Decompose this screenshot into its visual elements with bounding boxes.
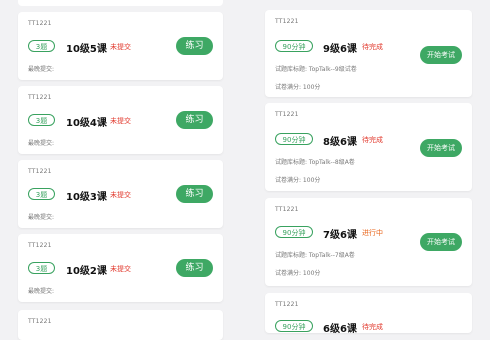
practice-card[interactable]: TT1221 3题 10级5课 未提交 最晚提交: 练习	[18, 12, 223, 80]
card-partial-top	[18, 0, 223, 6]
status-label: 未提交	[110, 265, 131, 273]
practice-button[interactable]: 练习	[176, 185, 213, 203]
exam-card[interactable]: TT1221 90分钟 9级6课 待完成 试题库标题: TopTalk--9级试…	[265, 10, 472, 97]
last-submit-label: 最晚提交:	[28, 214, 55, 221]
duration-badge: 90分钟	[275, 40, 313, 52]
duration-badge: 90分钟	[275, 226, 313, 238]
lesson-title: 10级4课	[66, 118, 107, 129]
question-count-badge: 3题	[28, 40, 55, 52]
duration-badge: 90分钟	[275, 133, 313, 145]
practice-card[interactable]: TT1221 3题 10级4课 未提交 最晚提交: 练习	[18, 86, 223, 154]
practice-button[interactable]: 练习	[176, 111, 213, 129]
exam-title: 8级6课	[323, 137, 357, 148]
class-tag: TT1221	[28, 242, 52, 249]
start-exam-button[interactable]: 开始考试	[420, 233, 462, 251]
exam-title: 9级6课	[323, 44, 357, 55]
question-count-badge: 3题	[28, 114, 55, 126]
class-tag: TT1221	[28, 94, 52, 101]
practice-card[interactable]: TT1221 3题 10级3课 未提交 最晚提交: 练习	[18, 160, 223, 228]
paper-title: 试题库标题: TopTalk--9级试卷	[275, 66, 357, 73]
class-tag: TT1221	[275, 18, 299, 25]
start-exam-button[interactable]: 开始考试	[420, 46, 462, 64]
last-submit-label: 最晚提交:	[28, 288, 55, 295]
status-label: 未提交	[110, 117, 131, 125]
status-label: 未提交	[110, 43, 131, 51]
status-label: 进行中	[362, 229, 383, 237]
full-score: 试卷满分: 100分	[275, 270, 321, 277]
lesson-title: 10级3课	[66, 192, 107, 203]
exam-card[interactable]: TT1221 90分钟 6级6课 待完成	[265, 293, 472, 335]
status-label: 待完成	[362, 323, 383, 331]
last-submit-label: 最晚提交:	[28, 140, 55, 147]
practice-card[interactable]: TT1221 3题 10级2课 未提交 最晚提交: 练习	[18, 234, 223, 302]
status-label: 待完成	[362, 43, 383, 51]
class-tag: TT1221	[275, 111, 299, 118]
class-tag: TT1221	[28, 20, 52, 27]
practice-button[interactable]: 练习	[176, 37, 213, 55]
full-score: 试卷满分: 100分	[275, 84, 321, 91]
exam-card[interactable]: TT1221 90分钟 8级6课 待完成 试题库标题: TopTalk--8级A…	[265, 103, 472, 191]
exam-title: 7级6课	[323, 230, 357, 241]
question-count-badge: 3题	[28, 188, 55, 200]
full-score: 试卷满分: 100分	[275, 177, 321, 184]
practice-button[interactable]: 练习	[176, 259, 213, 277]
class-tag: TT1221	[275, 301, 299, 308]
exam-title: 6级6课	[323, 324, 357, 335]
class-tag: TT1221	[28, 168, 52, 175]
class-tag: TT1221	[275, 206, 299, 213]
duration-badge: 90分钟	[275, 320, 313, 332]
lesson-title: 10级2课	[66, 266, 107, 277]
practice-card[interactable]: TT1221	[18, 310, 223, 340]
start-exam-button[interactable]: 开始考试	[420, 139, 462, 157]
lesson-title: 10级5课	[66, 44, 107, 55]
last-submit-label: 最晚提交:	[28, 66, 55, 73]
exam-card[interactable]: TT1221 90分钟 7级6课 进行中 试题库标题: TopTalk--7级A…	[265, 198, 472, 286]
paper-title: 试题库标题: TopTalk--8级A卷	[275, 159, 355, 166]
status-label: 待完成	[362, 136, 383, 144]
paper-title: 试题库标题: TopTalk--7级A卷	[275, 252, 355, 259]
status-label: 未提交	[110, 191, 131, 199]
question-count-badge: 3题	[28, 262, 55, 274]
class-tag: TT1221	[28, 318, 52, 325]
